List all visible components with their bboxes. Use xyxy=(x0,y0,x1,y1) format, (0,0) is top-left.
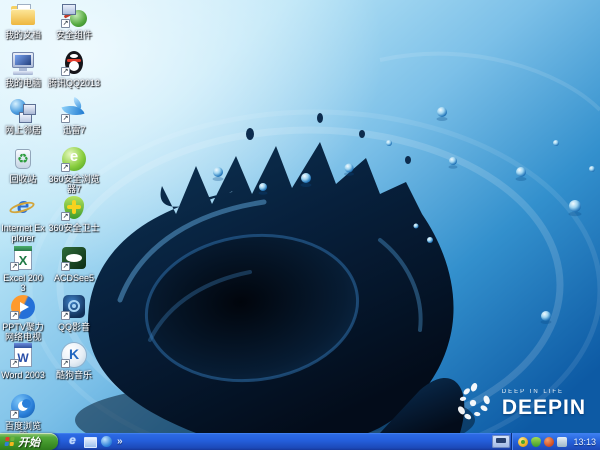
my-documents-icon xyxy=(10,2,36,28)
desktop-icon-qq-player[interactable]: QQ影音 xyxy=(45,294,103,332)
desktop-icon-tencent-qq[interactable]: 腾讯QQ2013 xyxy=(45,50,103,88)
icon-detail xyxy=(14,343,32,348)
excel-icon xyxy=(10,245,36,271)
icon-label: 迅雷7 xyxy=(62,125,86,135)
icon-detail xyxy=(71,255,77,261)
desktop-screen: DEEP IN LIFE DEEPIN 我的文档 我的电脑 网上邻居 回收站 I… xyxy=(0,0,600,450)
icon-detail xyxy=(67,59,81,62)
icon-detail xyxy=(63,12,72,19)
shortcut-arrow-icon xyxy=(61,311,70,320)
taskbar-toolbar-button[interactable] xyxy=(492,435,510,448)
media-player-quick-launch-icon[interactable] xyxy=(100,435,113,448)
icon-label: 360安全浏览器7 xyxy=(48,174,100,194)
desktop-icon-network-places[interactable]: 网上邻居 xyxy=(1,97,45,135)
taskbar-clock[interactable]: 13:13 xyxy=(573,437,596,447)
watermark-tagline: DEEP IN LIFE xyxy=(501,388,565,395)
desktop-icon-acdsee[interactable]: ACDSee5 xyxy=(45,245,103,283)
windows-flag-icon xyxy=(4,436,15,447)
start-button-label: 开始 xyxy=(18,436,40,449)
360-safe-icon xyxy=(61,195,87,221)
shortcut-arrow-icon xyxy=(10,311,19,320)
icon-label: Word 2003 xyxy=(1,370,45,380)
start-button[interactable]: 开始 xyxy=(0,433,58,450)
shortcut-arrow-icon xyxy=(10,359,19,368)
icon-detail xyxy=(13,71,33,75)
pptv-icon xyxy=(10,294,36,320)
recycle-bin-icon xyxy=(10,146,36,172)
taskbar: 开始 » 13:13 xyxy=(0,433,600,450)
icon-label: Excel 2003 xyxy=(3,273,43,293)
shortcut-arrow-icon xyxy=(61,212,70,221)
acdsee-icon xyxy=(61,245,87,271)
device-tray-icon[interactable] xyxy=(557,436,568,447)
icon-detail xyxy=(14,246,32,251)
shortcut-arrow-icon xyxy=(61,262,70,271)
show-desktop-icon[interactable] xyxy=(83,435,97,448)
notifier-tray-icon[interactable] xyxy=(544,436,555,447)
icon-label: 网上邻居 xyxy=(4,125,41,135)
baidu-browser-icon xyxy=(10,393,36,419)
shortcut-arrow-icon xyxy=(61,359,70,368)
kugou-icon xyxy=(61,342,87,368)
my-computer-icon xyxy=(10,50,36,76)
icon-label: 我的电脑 xyxy=(4,78,41,88)
icon-label: 回收站 xyxy=(9,174,37,184)
icon-detail xyxy=(17,4,31,14)
icon-label: PPTV聚力 网络电视 xyxy=(2,322,44,342)
desktop-icon-360-browser[interactable]: 360安全浏览器7 xyxy=(45,146,103,194)
icon-detail xyxy=(19,112,32,123)
360-browser-icon xyxy=(61,146,87,172)
watermark-brand: DEEPIN xyxy=(501,395,586,419)
icon-detail xyxy=(72,304,76,308)
deepin-watermark: DEEP IN LIFE DEEPIN xyxy=(452,382,586,424)
360-antivirus-tray-icon[interactable] xyxy=(518,436,529,447)
desktop-icon-xunlei[interactable]: 迅雷7 xyxy=(45,97,103,135)
network-places-icon xyxy=(10,97,36,123)
360-safe-tray-icon[interactable] xyxy=(531,436,542,447)
desktop-icon-kugou[interactable]: 酷狗音乐 xyxy=(45,342,103,380)
icon-label: Internet Explorer xyxy=(1,223,45,243)
shortcut-arrow-icon xyxy=(61,19,70,28)
desktop-icon-my-documents[interactable]: 我的文档 xyxy=(1,2,45,40)
icon-label: 我的文档 xyxy=(4,30,41,40)
shortcut-arrow-icon xyxy=(61,114,70,123)
internet-explorer-icon xyxy=(10,193,36,221)
desktop-icon-security-component[interactable]: 安全组件 xyxy=(45,2,103,40)
icon-detail xyxy=(22,399,31,408)
shortcut-arrow-icon xyxy=(61,67,70,76)
quick-launch-bar: » xyxy=(62,433,123,450)
icon-detail xyxy=(67,205,81,209)
icon-label: ACDSee5 xyxy=(53,273,95,283)
ie-quick-launch-icon[interactable] xyxy=(66,433,79,448)
shortcut-arrow-icon xyxy=(10,262,19,271)
qq-player-icon xyxy=(61,294,87,320)
desktop-icon-recycle-bin[interactable]: 回收站 xyxy=(1,146,45,184)
system-tray: 13:13 xyxy=(511,433,600,450)
quick-launch-overflow-chevron[interactable]: » xyxy=(117,436,123,447)
shortcut-arrow-icon xyxy=(61,163,70,172)
icon-label: 360安全卫士 xyxy=(48,223,100,233)
shortcut-arrow-icon xyxy=(10,410,19,419)
desktop-icon-my-computer[interactable]: 我的电脑 xyxy=(1,50,45,88)
qq-icon xyxy=(61,50,87,76)
icon-label: QQ影音 xyxy=(57,322,90,332)
icon-label: 安全组件 xyxy=(55,30,92,40)
icon-label: 腾讯QQ2013 xyxy=(47,78,101,88)
desktop-icon-word-2003[interactable]: Word 2003 xyxy=(1,342,45,380)
security-component-icon xyxy=(61,2,87,28)
xunlei-icon xyxy=(61,97,87,123)
word-icon xyxy=(10,342,36,368)
desktop-icon-internet-explorer[interactable]: Internet Explorer xyxy=(1,193,45,243)
deepin-swirl-logo xyxy=(457,383,490,420)
desktop-icon-360-safe[interactable]: 360安全卫士 xyxy=(45,195,103,233)
desktop-icon-excel-2003[interactable]: Excel 2003 xyxy=(1,245,45,293)
icon-label: 酷狗音乐 xyxy=(55,370,92,380)
desktop-icon-pptv[interactable]: PPTV聚力 网络电视 xyxy=(1,294,45,342)
icon-detail xyxy=(70,54,78,58)
